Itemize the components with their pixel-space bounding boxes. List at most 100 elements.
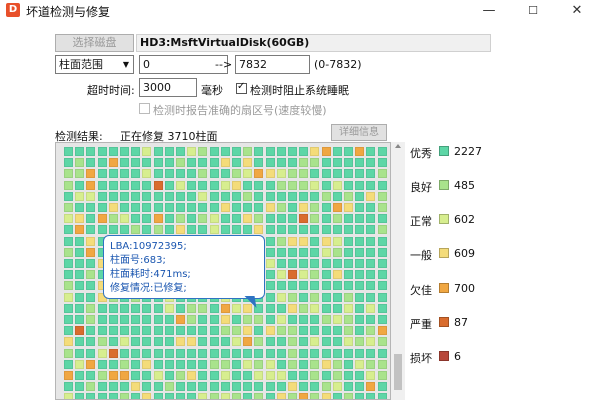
cylinder-block[interactable] <box>131 147 141 156</box>
cylinder-block[interactable] <box>120 203 129 212</box>
cylinder-block[interactable] <box>321 270 331 280</box>
cylinder-block[interactable] <box>97 303 107 313</box>
cylinder-block[interactable] <box>276 214 286 224</box>
cylinder-block[interactable] <box>288 281 297 291</box>
cylinder-block[interactable] <box>198 371 208 380</box>
cylinder-block[interactable] <box>142 303 152 313</box>
cylinder-block[interactable] <box>86 303 96 313</box>
cylinder-block[interactable] <box>366 225 376 235</box>
cylinder-block[interactable] <box>142 214 152 224</box>
cylinder-block[interactable] <box>142 382 152 392</box>
cylinder-block[interactable] <box>198 393 208 399</box>
cylinder-block[interactable] <box>288 158 297 168</box>
cylinder-block[interactable] <box>321 247 331 257</box>
cylinder-block[interactable] <box>220 382 230 392</box>
cylinder-block[interactable] <box>377 393 387 399</box>
cylinder-block[interactable] <box>265 348 275 358</box>
cylinder-block[interactable] <box>198 348 208 358</box>
cylinder-block[interactable] <box>276 281 286 291</box>
cylinder-block[interactable] <box>332 247 342 257</box>
cylinder-block[interactable] <box>198 337 208 347</box>
cylinder-block[interactable] <box>310 371 320 380</box>
cylinder-block[interactable] <box>187 348 197 358</box>
cylinder-block[interactable] <box>310 393 320 399</box>
cylinder-block[interactable] <box>321 169 331 179</box>
cylinder-block[interactable] <box>108 359 118 369</box>
cylinder-block[interactable] <box>209 337 219 347</box>
cylinder-block[interactable] <box>176 214 185 224</box>
cylinder-block[interactable] <box>176 225 185 235</box>
cylinder-block[interactable] <box>120 315 129 324</box>
cylinder-block[interactable] <box>377 371 387 380</box>
cylinder-block[interactable] <box>108 203 118 212</box>
cylinder-block[interactable] <box>332 180 342 190</box>
cylinder-block[interactable] <box>131 169 141 179</box>
cylinder-block[interactable] <box>344 259 353 268</box>
cylinder-block[interactable] <box>377 147 387 156</box>
cylinder-block[interactable] <box>75 292 85 302</box>
cylinder-block[interactable] <box>366 382 376 392</box>
cylinder-block[interactable] <box>265 191 275 201</box>
cylinder-block[interactable] <box>187 147 197 156</box>
cylinder-block[interactable] <box>120 180 129 190</box>
cylinder-block[interactable] <box>86 225 96 235</box>
cylinder-block[interactable] <box>86 359 96 369</box>
cylinder-block[interactable] <box>299 169 309 179</box>
cylinder-block[interactable] <box>232 191 241 201</box>
cylinder-block[interactable] <box>209 371 219 380</box>
cylinder-block[interactable] <box>108 337 118 347</box>
cylinder-block[interactable] <box>108 348 118 358</box>
cylinder-block[interactable] <box>355 292 365 302</box>
cylinder-block[interactable] <box>299 270 309 280</box>
cylinder-block[interactable] <box>176 315 185 324</box>
cylinder-block[interactable] <box>332 147 342 156</box>
cylinder-block[interactable] <box>265 214 275 224</box>
cylinder-block[interactable] <box>131 393 141 399</box>
cylinder-block[interactable] <box>64 337 73 347</box>
cylinder-block[interactable] <box>176 371 185 380</box>
cylinder-block[interactable] <box>299 393 309 399</box>
cylinder-block[interactable] <box>344 203 353 212</box>
cylinder-block[interactable] <box>288 259 297 268</box>
cylinder-block[interactable] <box>355 393 365 399</box>
cylinder-block[interactable] <box>75 303 85 313</box>
cylinder-block[interactable] <box>355 225 365 235</box>
cylinder-block[interactable] <box>108 382 118 392</box>
cylinder-block[interactable] <box>355 158 365 168</box>
cylinder-block[interactable] <box>377 259 387 268</box>
cylinder-block[interactable] <box>64 158 73 168</box>
cylinder-block[interactable] <box>86 270 96 280</box>
cylinder-block[interactable] <box>142 348 152 358</box>
cylinder-block[interactable] <box>355 326 365 336</box>
cylinder-block[interactable] <box>366 371 376 380</box>
cylinder-block[interactable] <box>299 191 309 201</box>
cylinder-block[interactable] <box>86 158 96 168</box>
cylinder-block[interactable] <box>265 337 275 347</box>
cylinder-block[interactable] <box>377 158 387 168</box>
cylinder-block[interactable] <box>176 382 185 392</box>
cylinder-block[interactable] <box>108 147 118 156</box>
cylinder-block[interactable] <box>377 169 387 179</box>
cylinder-block[interactable] <box>220 214 230 224</box>
cylinder-block[interactable] <box>265 169 275 179</box>
cylinder-block[interactable] <box>75 191 85 201</box>
cylinder-block[interactable] <box>198 326 208 336</box>
report-sector-checkbox[interactable] <box>139 103 150 114</box>
cylinder-block[interactable] <box>64 225 73 235</box>
cylinder-block[interactable] <box>366 180 376 190</box>
cylinder-block[interactable] <box>153 214 163 224</box>
cylinder-block[interactable] <box>120 214 129 224</box>
cylinder-block[interactable] <box>108 315 118 324</box>
cylinder-block[interactable] <box>310 326 320 336</box>
cylinder-block[interactable] <box>254 169 264 179</box>
cylinder-block[interactable] <box>108 225 118 235</box>
cylinder-block[interactable] <box>299 303 309 313</box>
cylinder-block[interactable] <box>299 247 309 257</box>
cylinder-block[interactable] <box>75 214 85 224</box>
cylinder-block[interactable] <box>198 191 208 201</box>
cylinder-block[interactable] <box>321 303 331 313</box>
cylinder-block[interactable] <box>321 236 331 246</box>
select-disk-button[interactable]: 选择磁盘 <box>55 34 134 52</box>
cylinder-block[interactable] <box>344 326 353 336</box>
cylinder-block[interactable] <box>377 225 387 235</box>
